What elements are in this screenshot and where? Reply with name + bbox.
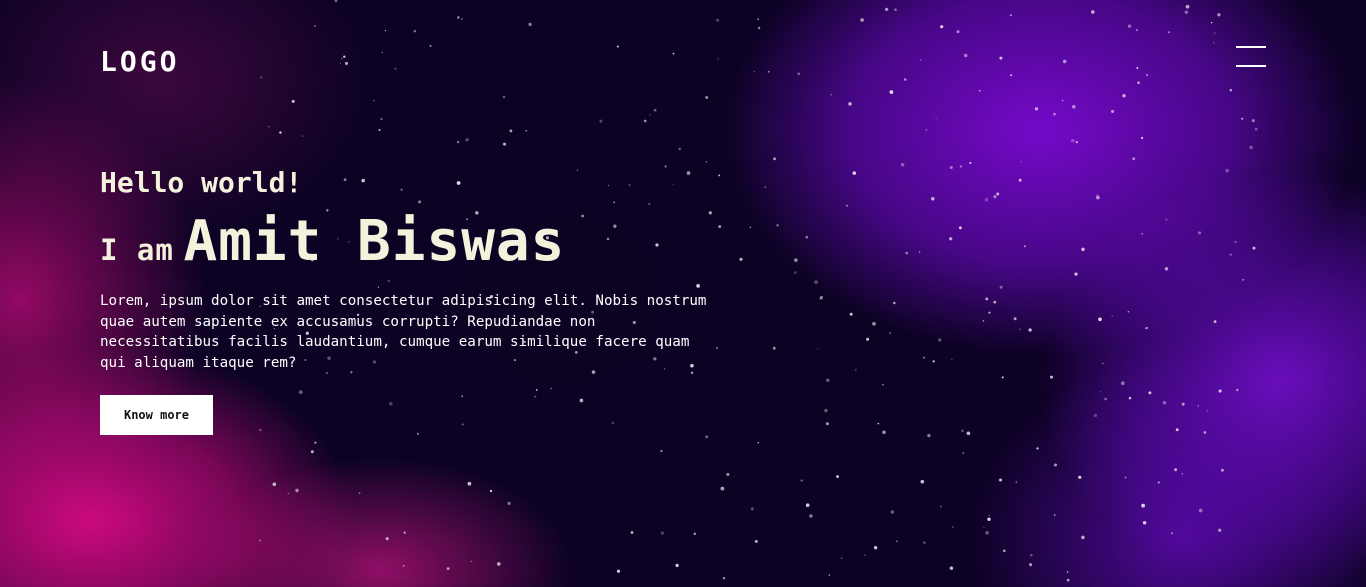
person-name: Amit Biswas <box>183 209 566 274</box>
hamburger-menu-icon[interactable] <box>1234 44 1268 70</box>
greeting-heading: Hello world! <box>100 166 303 199</box>
intro-heading: I am Amit Biswas <box>100 210 720 287</box>
menu-bar-bottom <box>1236 65 1266 67</box>
know-more-button[interactable]: Know more <box>100 395 213 435</box>
intro-prefix: I am <box>100 233 174 267</box>
menu-bar-top <box>1236 46 1266 48</box>
hero-section: LOGO Hello world! I am Amit Biswas Lorem… <box>0 0 1366 587</box>
hero-description: Lorem, ipsum dolor sit amet consectetur … <box>100 293 707 371</box>
hero-content: Hello world! I am Amit Biswas Lorem, ips… <box>100 164 720 435</box>
logo[interactable]: LOGO <box>100 44 179 80</box>
